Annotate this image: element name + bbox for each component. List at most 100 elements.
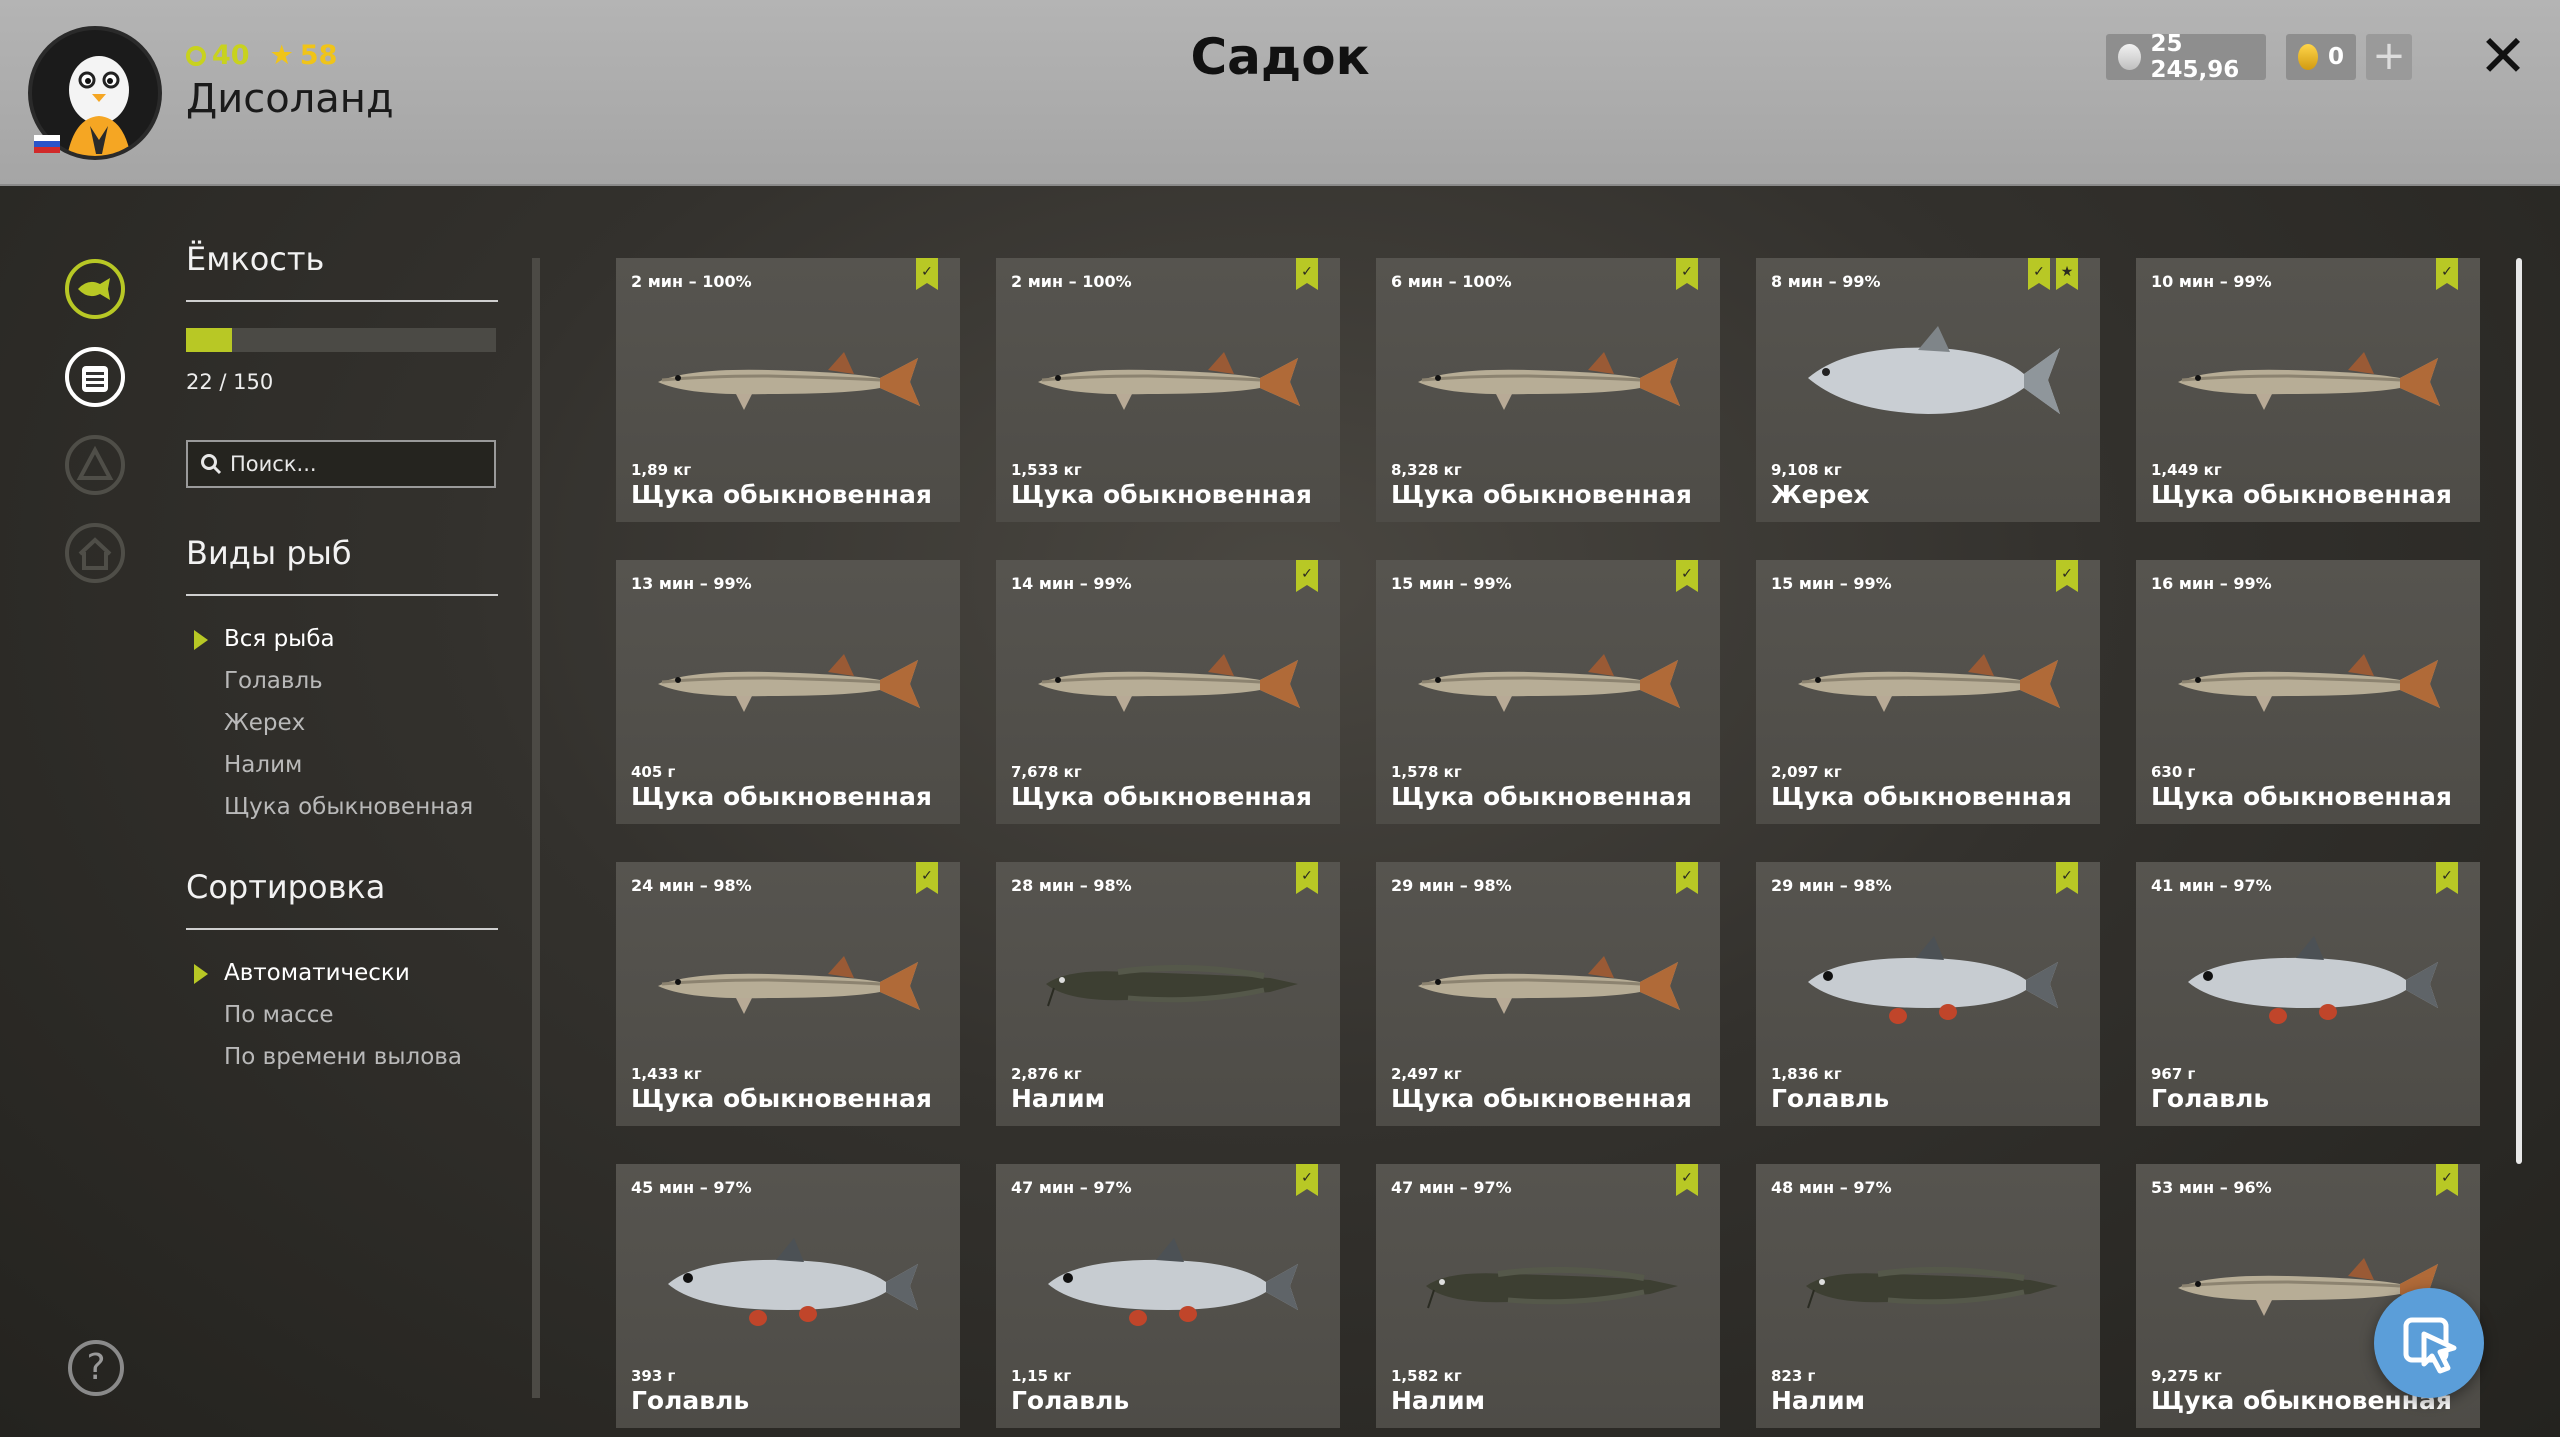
card-badges: ✓ (916, 258, 938, 290)
bookmark-icon[interactable]: ✓ (1676, 560, 1698, 592)
species-option[interactable]: Вся рыба (186, 618, 498, 660)
trophy-star-icon: ★ (2056, 258, 2078, 290)
fish-name: Щука обыкновенная (631, 782, 932, 811)
sort-title: Сортировка (186, 868, 498, 930)
tent-tab-icon[interactable] (64, 434, 126, 496)
flag-icon (34, 135, 60, 153)
fish-weight: 630 г (2151, 763, 2196, 781)
card-badges: ✓ (1676, 258, 1698, 290)
fish-name: Щука обыкновенная (1771, 782, 2072, 811)
catch-time: 53 мин – 96% (2151, 1178, 2272, 1197)
fish-card[interactable]: 29 мин – 98% ✓ 1,836 кг Голавль (1756, 862, 2100, 1126)
fish-card[interactable]: 16 мин – 99% 630 г Щука обыкновенная (2136, 560, 2480, 824)
bookmark-icon[interactable]: ✓ (2436, 258, 2458, 290)
search-box[interactable] (186, 440, 496, 488)
bookmark-icon[interactable]: ✓ (1296, 560, 1318, 592)
fish-name: Голавль (1771, 1084, 1890, 1113)
card-badges: ✓ (1296, 1164, 1318, 1196)
fish-name: Жерех (1771, 480, 1870, 509)
fish-card[interactable]: 28 мин – 98% ✓ 2,876 кг Налим (996, 862, 1340, 1126)
bookmark-icon[interactable]: ✓ (916, 862, 938, 894)
sort-option[interactable]: По массе (186, 994, 498, 1036)
species-list: Вся рыба Голавль Жерех Налим Щука обыкновенн… (186, 618, 498, 828)
help-button[interactable]: ? (68, 1340, 124, 1396)
fish-card[interactable]: 8 мин – 99% ✓ ★ 9,108 кг Жерех (1756, 258, 2100, 522)
catch-time: 28 мин – 98% (1011, 876, 1132, 895)
fish-weight: 393 г (631, 1367, 676, 1385)
fish-card[interactable]: 24 мин – 98% ✓ 1,433 кг Щука обыкновенная (616, 862, 960, 1126)
fish-name: Щука обыкновенная (1391, 480, 1692, 509)
fish-card[interactable]: 45 мин – 97% 393 г Голавль (616, 1164, 960, 1428)
silver-coin-icon (2118, 44, 2141, 70)
pike-fish-icon (658, 956, 920, 1014)
card-badges: ✓ (2436, 1164, 2458, 1196)
species-title: Виды рыб (186, 534, 498, 596)
search-input[interactable] (230, 452, 480, 476)
bookmark-icon[interactable]: ✓ (2436, 1164, 2458, 1196)
scrollbar[interactable] (2516, 258, 2522, 1164)
fish-weight: 1,433 кг (631, 1065, 702, 1083)
fish-card[interactable]: 47 мин – 97% ✓ 1,582 кг Налим (1376, 1164, 1720, 1428)
chub-fish-icon (668, 1238, 918, 1326)
bookmark-icon[interactable]: ✓ (1676, 1164, 1698, 1196)
fish-card[interactable]: 48 мин – 97% 823 г Налим (1756, 1164, 2100, 1428)
catch-time: 29 мин – 98% (1391, 876, 1512, 895)
asp-fish-icon (1808, 326, 2060, 414)
fish-card[interactable]: 15 мин – 99% ✓ 1,578 кг Щука обыкновенная (1376, 560, 1720, 824)
fish-weight: 1,836 кг (1771, 1065, 1842, 1083)
fish-card[interactable]: 2 мин – 100% ✓ 1,533 кг Щука обыкновенная (996, 258, 1340, 522)
card-badges: ✓ (916, 862, 938, 894)
cursor-mode-button[interactable] (2374, 1288, 2484, 1398)
keepnet-tab-icon[interactable] (64, 346, 126, 408)
catch-time: 2 мин – 100% (1011, 272, 1132, 291)
add-gold-button[interactable]: + (2366, 34, 2412, 80)
fish-weight: 8,328 кг (1391, 461, 1462, 479)
bookmark-icon[interactable]: ✓ (2436, 862, 2458, 894)
species-option[interactable]: Налим (186, 744, 498, 786)
fish-tab-icon[interactable] (64, 258, 126, 320)
sort-option[interactable]: Автоматически (186, 952, 498, 994)
fish-card[interactable]: 14 мин – 99% ✓ 7,678 кг Щука обыкновенная (996, 560, 1340, 824)
gold-amount: 0 (2327, 44, 2344, 70)
bookmark-icon[interactable]: ✓ (2056, 560, 2078, 592)
fish-card[interactable]: 6 мин – 100% ✓ 8,328 кг Щука обыкновенная (1376, 258, 1720, 522)
fish-card[interactable]: 47 мин – 97% ✓ 1,15 кг Голавль (996, 1164, 1340, 1428)
fish-weight: 1,582 кг (1391, 1367, 1462, 1385)
pike-fish-icon (1418, 352, 1680, 410)
sort-option[interactable]: По времени вылова (186, 1036, 498, 1078)
fish-name: Щука обыкновенная (2151, 782, 2452, 811)
fish-card[interactable]: 29 мин – 98% ✓ 2,497 кг Щука обыкновенная (1376, 862, 1720, 1126)
catch-time: 6 мин – 100% (1391, 272, 1512, 291)
fish-card[interactable]: 2 мин – 100% ✓ 1,89 кг Щука обыкновенная (616, 258, 960, 522)
bookmark-icon[interactable]: ✓ (2028, 258, 2050, 290)
bookmark-icon[interactable]: ✓ (1296, 258, 1318, 290)
species-option[interactable]: Щука обыкновенная (186, 786, 498, 828)
card-badges: ✓ (1676, 560, 1698, 592)
species-option[interactable]: Голавль (186, 660, 498, 702)
fish-name: Щука обыкновенная (631, 1084, 932, 1113)
fish-weight: 1,89 кг (631, 461, 692, 479)
home-tab-icon[interactable] (64, 522, 126, 584)
fish-weight: 1,449 кг (2151, 461, 2222, 479)
bookmark-icon[interactable]: ✓ (1676, 862, 1698, 894)
bookmark-icon[interactable]: ✓ (1296, 862, 1318, 894)
fish-card[interactable]: 15 мин – 99% ✓ 2,097 кг Щука обыкновенная (1756, 560, 2100, 824)
gold-coin-icon (2298, 44, 2318, 70)
card-badges: ✓ (1676, 862, 1698, 894)
close-button[interactable]: ✕ (2476, 26, 2530, 86)
fish-card[interactable]: 10 мин – 99% ✓ 1,449 кг Щука обыкновенная (2136, 258, 2480, 522)
fish-weight: 9,108 кг (1771, 461, 1842, 479)
fish-name: Налим (1771, 1386, 1866, 1415)
fish-card[interactable]: 41 мин – 97% ✓ 967 г Голавль (2136, 862, 2480, 1126)
chub-fish-icon (2188, 936, 2438, 1024)
bookmark-icon[interactable]: ✓ (2056, 862, 2078, 894)
bookmark-icon[interactable]: ✓ (1296, 1164, 1318, 1196)
pike-fish-icon (1418, 654, 1680, 712)
bookmark-icon[interactable]: ✓ (916, 258, 938, 290)
bookmark-icon[interactable]: ✓ (1676, 258, 1698, 290)
catch-time: 41 мин – 97% (2151, 876, 2272, 895)
species-option[interactable]: Жерех (186, 702, 498, 744)
fish-card[interactable]: 13 мин – 99% 405 г Щука обыкновенная (616, 560, 960, 824)
card-badges: ✓ (1296, 560, 1318, 592)
catch-time: 16 мин – 99% (2151, 574, 2272, 593)
